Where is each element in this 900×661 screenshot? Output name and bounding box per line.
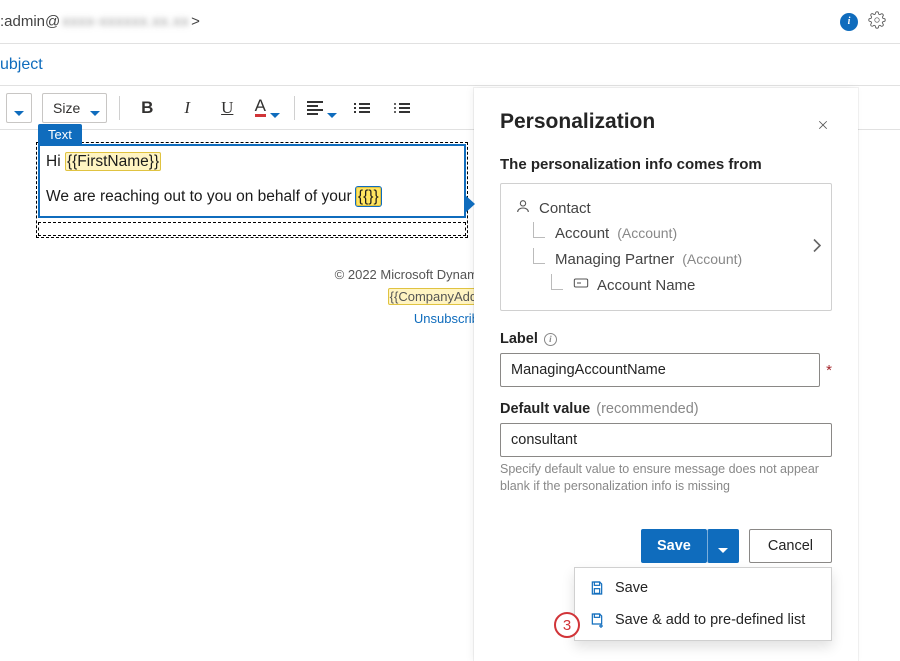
text-block-selected[interactable]: Text Hi {{FirstName}} We are reaching ou… bbox=[38, 144, 466, 218]
token-firstname[interactable]: {{FirstName}} bbox=[65, 152, 161, 171]
tree-connector bbox=[551, 274, 563, 290]
tree-sublabel: (Account) bbox=[682, 251, 742, 267]
toolbar-separator bbox=[119, 96, 120, 120]
bulleted-list-button[interactable] bbox=[387, 93, 417, 123]
body-text: We are reaching out to you on behalf of … bbox=[46, 188, 356, 205]
email-paragraph[interactable]: Hi {{FirstName}} bbox=[46, 152, 458, 173]
gear-icon[interactable] bbox=[868, 11, 886, 32]
tree-connector bbox=[533, 248, 545, 264]
sender-prefix: :admin@ bbox=[0, 13, 60, 30]
default-value-hint: (recommended) bbox=[596, 401, 698, 417]
chevron-down-icon bbox=[90, 103, 100, 113]
save-dropdown-menu: Save Save & add to pre-defined list bbox=[574, 567, 832, 641]
save-add-icon bbox=[589, 612, 605, 628]
tree-label: Managing Partner bbox=[555, 251, 674, 268]
underline-button[interactable]: U bbox=[212, 93, 242, 123]
save-split-chevron[interactable] bbox=[707, 529, 739, 563]
panel-pointer-arrow bbox=[464, 194, 475, 214]
tree-sublabel: (Account) bbox=[617, 225, 677, 241]
default-value-help: Specify default value to ensure message … bbox=[500, 461, 832, 495]
label-field-label: Label bbox=[500, 331, 538, 347]
chevron-down-icon bbox=[14, 103, 24, 113]
step-marker-3: 3 bbox=[554, 612, 580, 638]
font-family-select[interactable] bbox=[6, 93, 32, 123]
chevron-down-icon bbox=[327, 103, 337, 113]
tree-label: Account Name bbox=[597, 277, 695, 294]
chevron-right-icon[interactable] bbox=[813, 239, 821, 256]
layout-outer[interactable]: Text Hi {{FirstName}} We are reaching ou… bbox=[36, 142, 468, 238]
save-split-button: Save bbox=[641, 529, 739, 563]
font-size-select[interactable]: Size bbox=[42, 93, 107, 123]
tree-root-contact[interactable]: Contact bbox=[515, 196, 817, 220]
size-label: Size bbox=[53, 100, 80, 116]
required-asterisk: * bbox=[826, 362, 832, 379]
bold-button[interactable]: B bbox=[132, 93, 162, 123]
label-input[interactable] bbox=[500, 353, 820, 387]
cancel-button[interactable]: Cancel bbox=[749, 529, 832, 563]
label-field-group: Label i * bbox=[500, 331, 832, 387]
personalization-panel: Personalization The personalization info… bbox=[474, 88, 858, 661]
subject-placeholder: ubject bbox=[0, 56, 43, 74]
sender-address: :admin@ xxxx-xxxxxx.xx.xx > bbox=[0, 13, 200, 30]
numbered-list-button[interactable] bbox=[347, 93, 377, 123]
dropdown-save-add-label: Save & add to pre-defined list bbox=[615, 612, 805, 628]
chevron-down-icon bbox=[270, 103, 280, 113]
tree-label: Account bbox=[555, 225, 609, 242]
sender-suffix: > bbox=[191, 13, 200, 30]
empty-block[interactable] bbox=[38, 222, 466, 236]
panel-title: Personalization bbox=[500, 110, 814, 134]
info-icon[interactable]: i bbox=[544, 333, 557, 346]
person-icon bbox=[515, 198, 531, 218]
close-icon[interactable] bbox=[814, 113, 832, 131]
italic-button[interactable]: I bbox=[172, 93, 202, 123]
font-color-button[interactable]: A bbox=[252, 93, 282, 123]
greeting-text: Hi bbox=[46, 153, 65, 170]
align-button[interactable] bbox=[307, 93, 337, 123]
block-type-tag: Text bbox=[38, 124, 82, 145]
source-heading: The personalization info comes from bbox=[500, 156, 832, 173]
toolbar-separator bbox=[294, 96, 295, 120]
tree-account[interactable]: Account (Account) bbox=[533, 220, 817, 246]
top-bar: :admin@ xxxx-xxxxxx.xx.xx > i bbox=[0, 0, 900, 44]
panel-buttons: Save Cancel bbox=[500, 529, 832, 563]
email-paragraph[interactable]: We are reaching out to you on behalf of … bbox=[46, 187, 458, 208]
dropdown-save-label: Save bbox=[615, 580, 648, 596]
info-icon[interactable]: i bbox=[840, 13, 858, 31]
text-field-icon bbox=[573, 275, 589, 295]
tree-account-name[interactable]: Account Name bbox=[551, 272, 817, 298]
subject-row[interactable]: ubject bbox=[0, 44, 900, 86]
save-button[interactable]: Save bbox=[641, 529, 707, 563]
entity-path-box[interactable]: Contact Account (Account) Managing Partn… bbox=[500, 183, 832, 311]
chevron-down-icon bbox=[718, 541, 728, 551]
tree-managing-partner[interactable]: Managing Partner (Account) bbox=[533, 246, 817, 272]
dropdown-save[interactable]: Save bbox=[575, 572, 831, 604]
default-value-input[interactable] bbox=[500, 423, 832, 457]
dropdown-save-add[interactable]: Save & add to pre-defined list bbox=[575, 604, 831, 636]
default-value-field-group: Default value (recommended) Specify defa… bbox=[500, 401, 832, 495]
default-value-label: Default value bbox=[500, 401, 590, 417]
sender-blurred: xxxx-xxxxxx.xx.xx bbox=[62, 13, 189, 30]
tree-label: Contact bbox=[539, 200, 591, 217]
tree-connector bbox=[533, 222, 545, 238]
save-icon bbox=[589, 580, 605, 596]
token-empty-active[interactable]: {{}} bbox=[356, 187, 381, 206]
